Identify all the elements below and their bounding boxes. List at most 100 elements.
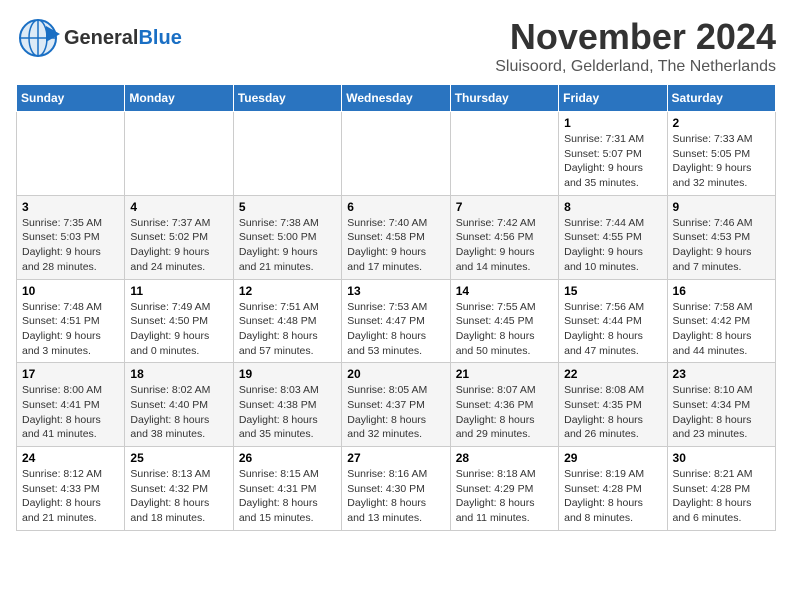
day-info: Sunrise: 8:00 AM Sunset: 4:41 PM Dayligh… — [22, 383, 119, 442]
calendar-table: SundayMondayTuesdayWednesdayThursdayFrid… — [16, 84, 776, 531]
day-number: 19 — [239, 367, 336, 381]
calendar-cell: 16 Sunrise: 7:58 AM Sunset: 4:42 PM Dayli… — [667, 279, 775, 363]
calendar-cell: 28 Sunrise: 8:18 AM Sunset: 4:29 PM Dayli… — [450, 447, 558, 531]
calendar-cell: 18 Sunrise: 8:02 AM Sunset: 4:40 PM Dayli… — [125, 363, 233, 447]
weekday-header-monday: Monday — [125, 85, 233, 112]
calendar-week-row: 24 Sunrise: 8:12 AM Sunset: 4:33 PM Dayli… — [17, 447, 776, 531]
logo-general: General — [64, 27, 138, 49]
calendar-week-row: 17 Sunrise: 8:00 AM Sunset: 4:41 PM Dayli… — [17, 363, 776, 447]
day-number: 1 — [564, 116, 661, 130]
calendar-cell: 19 Sunrise: 8:03 AM Sunset: 4:38 PM Dayli… — [233, 363, 341, 447]
day-info: Sunrise: 7:42 AM Sunset: 4:56 PM Dayligh… — [456, 216, 553, 275]
day-info: Sunrise: 8:18 AM Sunset: 4:29 PM Dayligh… — [456, 467, 553, 526]
day-info: Sunrise: 7:33 AM Sunset: 5:05 PM Dayligh… — [673, 132, 770, 191]
day-number: 4 — [130, 200, 227, 214]
calendar-cell: 10 Sunrise: 7:48 AM Sunset: 4:51 PM Dayli… — [17, 279, 125, 363]
day-info: Sunrise: 8:10 AM Sunset: 4:34 PM Dayligh… — [673, 383, 770, 442]
subtitle: Sluisoord, Gelderland, The Netherlands — [495, 58, 776, 76]
calendar-cell: 12 Sunrise: 7:51 AM Sunset: 4:48 PM Dayli… — [233, 279, 341, 363]
logo-blue: Blue — [138, 27, 181, 49]
day-number: 24 — [22, 451, 119, 465]
weekday-header-tuesday: Tuesday — [233, 85, 341, 112]
calendar-cell: 21 Sunrise: 8:07 AM Sunset: 4:36 PM Dayli… — [450, 363, 558, 447]
day-number: 7 — [456, 200, 553, 214]
calendar-cell — [450, 112, 558, 196]
day-number: 18 — [130, 367, 227, 381]
day-number: 12 — [239, 284, 336, 298]
calendar-cell — [125, 112, 233, 196]
day-info: Sunrise: 7:53 AM Sunset: 4:47 PM Dayligh… — [347, 300, 444, 359]
day-number: 3 — [22, 200, 119, 214]
day-number: 22 — [564, 367, 661, 381]
day-info: Sunrise: 7:56 AM Sunset: 4:44 PM Dayligh… — [564, 300, 661, 359]
calendar-cell: 26Sunrise: 8:15 AM Sunset: 4:31 PM Dayli… — [233, 447, 341, 531]
calendar-cell: 24 Sunrise: 8:12 AM Sunset: 4:33 PM Dayli… — [17, 447, 125, 531]
day-number: 20 — [347, 367, 444, 381]
day-number: 6 — [347, 200, 444, 214]
day-info: Sunrise: 7:31 AM Sunset: 5:07 PM Dayligh… — [564, 132, 661, 191]
day-info: Sunrise: 7:48 AM Sunset: 4:51 PM Dayligh… — [22, 300, 119, 359]
calendar-cell: 22 Sunrise: 8:08 AM Sunset: 4:35 PM Dayli… — [559, 363, 667, 447]
calendar-cell: 11 Sunrise: 7:49 AM Sunset: 4:50 PM Dayli… — [125, 279, 233, 363]
day-info: Sunrise: 8:02 AM Sunset: 4:40 PM Dayligh… — [130, 383, 227, 442]
day-number: 21 — [456, 367, 553, 381]
day-number: 10 — [22, 284, 119, 298]
day-info: Sunrise: 7:40 AM Sunset: 4:58 PM Dayligh… — [347, 216, 444, 275]
page-header: GeneralBlue November 2024 Sluisoord, Gel… — [16, 16, 776, 76]
day-number: 14 — [456, 284, 553, 298]
day-info: Sunrise: 7:37 AM Sunset: 5:02 PM Dayligh… — [130, 216, 227, 275]
day-number: 30 — [673, 451, 770, 465]
calendar-cell: 1 Sunrise: 7:31 AM Sunset: 5:07 PM Daylig… — [559, 112, 667, 196]
weekday-header-sunday: Sunday — [17, 85, 125, 112]
day-number: 13 — [347, 284, 444, 298]
day-info: Sunrise: 8:12 AM Sunset: 4:33 PM Dayligh… — [22, 467, 119, 526]
logo-globe-icon — [16, 16, 60, 60]
title-section: November 2024 Sluisoord, Gelderland, The… — [495, 16, 776, 76]
day-info: Sunrise: 7:35 AM Sunset: 5:03 PM Dayligh… — [22, 216, 119, 275]
day-info: Sunrise: 8:08 AM Sunset: 4:35 PM Dayligh… — [564, 383, 661, 442]
day-info: Sunrise: 8:05 AM Sunset: 4:37 PM Dayligh… — [347, 383, 444, 442]
calendar-cell: 23 Sunrise: 8:10 AM Sunset: 4:34 PM Dayli… — [667, 363, 775, 447]
calendar-cell — [17, 112, 125, 196]
calendar-cell: 4 Sunrise: 7:37 AM Sunset: 5:02 PM Daylig… — [125, 195, 233, 279]
calendar-cell: 13 Sunrise: 7:53 AM Sunset: 4:47 PM Dayli… — [342, 279, 450, 363]
day-number: 11 — [130, 284, 227, 298]
calendar-cell: 27 Sunrise: 8:16 AM Sunset: 4:30 PM Dayli… — [342, 447, 450, 531]
day-number: 5 — [239, 200, 336, 214]
calendar-cell: 9 Sunrise: 7:46 AM Sunset: 4:53 PM Daylig… — [667, 195, 775, 279]
calendar-cell: 30Sunrise: 8:21 AM Sunset: 4:28 PM Dayli… — [667, 447, 775, 531]
calendar-cell — [342, 112, 450, 196]
day-info: Sunrise: 7:38 AM Sunset: 5:00 PM Dayligh… — [239, 216, 336, 275]
logo: GeneralBlue — [16, 16, 182, 60]
day-number: 2 — [673, 116, 770, 130]
day-number: 25 — [130, 451, 227, 465]
day-info: Sunrise: 8:03 AM Sunset: 4:38 PM Dayligh… — [239, 383, 336, 442]
calendar-cell: 17 Sunrise: 8:00 AM Sunset: 4:41 PM Dayli… — [17, 363, 125, 447]
calendar-cell: 2 Sunrise: 7:33 AM Sunset: 5:05 PM Daylig… — [667, 112, 775, 196]
day-info: Sunrise: 7:49 AM Sunset: 4:50 PM Dayligh… — [130, 300, 227, 359]
day-info: Sunrise: 7:55 AM Sunset: 4:45 PM Dayligh… — [456, 300, 553, 359]
day-info: Sunrise: 7:44 AM Sunset: 4:55 PM Dayligh… — [564, 216, 661, 275]
day-info: Sunrise: 8:07 AM Sunset: 4:36 PM Dayligh… — [456, 383, 553, 442]
day-info: Sunrise: 8:16 AM Sunset: 4:30 PM Dayligh… — [347, 467, 444, 526]
calendar-cell: 25 Sunrise: 8:13 AM Sunset: 4:32 PM Dayli… — [125, 447, 233, 531]
day-number: 17 — [22, 367, 119, 381]
day-number: 27 — [347, 451, 444, 465]
day-info: Sunrise: 7:58 AM Sunset: 4:42 PM Dayligh… — [673, 300, 770, 359]
day-info: Sunrise: 7:51 AM Sunset: 4:48 PM Dayligh… — [239, 300, 336, 359]
calendar-week-row: 1 Sunrise: 7:31 AM Sunset: 5:07 PM Daylig… — [17, 112, 776, 196]
calendar-cell: 5 Sunrise: 7:38 AM Sunset: 5:00 PM Daylig… — [233, 195, 341, 279]
day-info: Sunrise: 7:46 AM Sunset: 4:53 PM Dayligh… — [673, 216, 770, 275]
day-number: 9 — [673, 200, 770, 214]
day-number: 16 — [673, 284, 770, 298]
calendar-cell: 14 Sunrise: 7:55 AM Sunset: 4:45 PM Dayli… — [450, 279, 558, 363]
day-number: 28 — [456, 451, 553, 465]
calendar-cell: 3 Sunrise: 7:35 AM Sunset: 5:03 PM Daylig… — [17, 195, 125, 279]
month-title: November 2024 — [495, 16, 776, 58]
calendar-cell: 15Sunrise: 7:56 AM Sunset: 4:44 PM Dayli… — [559, 279, 667, 363]
weekday-header-wednesday: Wednesday — [342, 85, 450, 112]
day-number: 23 — [673, 367, 770, 381]
calendar-cell: 6 Sunrise: 7:40 AM Sunset: 4:58 PM Daylig… — [342, 195, 450, 279]
day-info: Sunrise: 8:13 AM Sunset: 4:32 PM Dayligh… — [130, 467, 227, 526]
day-info: Sunrise: 8:19 AM Sunset: 4:28 PM Dayligh… — [564, 467, 661, 526]
